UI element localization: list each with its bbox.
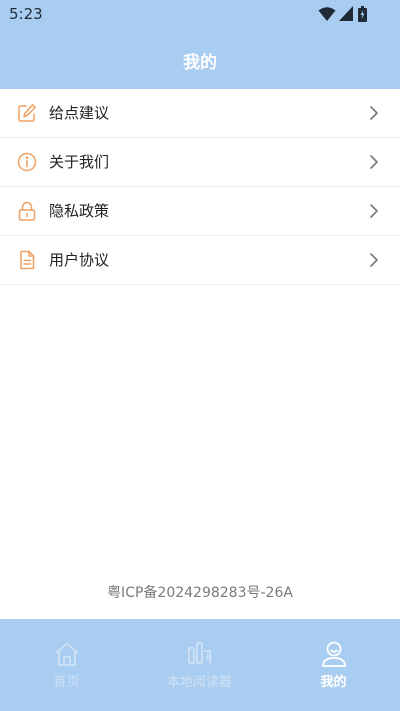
status-bar: 5:23 — [0, 0, 400, 28]
title-bar: 我的 — [0, 28, 400, 89]
chevron-right-icon — [369, 203, 379, 219]
menu-item-label: 给点建议 — [49, 104, 110, 122]
tab-local-reader[interactable]: 本地阅读器 — [133, 619, 266, 711]
edit-icon — [17, 103, 37, 123]
my-page-screen: 5:23 我的 给点建议 关于我们 隐私政策 用户协议 粤ICP备2024298… — [0, 0, 400, 711]
menu-item-label: 隐私政策 — [49, 202, 110, 220]
chevron-right-icon — [369, 252, 379, 268]
icp-registration-text: 粤ICP备2024298283号-26A — [107, 585, 293, 601]
chevron-right-icon — [369, 105, 379, 121]
page-title: 我的 — [183, 53, 217, 73]
status-icons — [318, 6, 370, 22]
menu-item-about[interactable]: 关于我们 — [0, 138, 400, 187]
menu-item-label: 用户协议 — [49, 251, 110, 269]
menu-item-privacy[interactable]: 隐私政策 — [0, 187, 400, 236]
info-icon — [17, 152, 37, 172]
signal-icon — [339, 6, 353, 21]
home-icon — [53, 640, 81, 668]
header-area: 5:23 我的 — [0, 0, 400, 89]
bottom-tab-bar: 首页 本地阅读器 我的 — [0, 619, 400, 711]
settings-menu: 给点建议 关于我们 隐私政策 用户协议 — [0, 89, 400, 285]
status-time: 5:23 — [9, 5, 43, 23]
menu-item-label: 关于我们 — [49, 153, 110, 171]
menu-item-feedback[interactable]: 给点建议 — [0, 89, 400, 138]
document-icon — [17, 250, 37, 270]
profile-icon — [320, 640, 348, 668]
battery-icon — [358, 6, 367, 22]
tab-label: 本地阅读器 — [166, 675, 232, 690]
reader-icon — [186, 640, 214, 668]
tab-home[interactable]: 首页 — [0, 619, 133, 711]
wifi-icon — [318, 6, 336, 22]
lock-icon — [17, 201, 37, 221]
tab-label: 我的 — [320, 675, 347, 690]
menu-item-user-agreement[interactable]: 用户协议 — [0, 236, 400, 285]
chevron-right-icon — [369, 154, 379, 170]
tab-label: 首页 — [53, 675, 80, 690]
tab-mine[interactable]: 我的 — [267, 619, 400, 711]
